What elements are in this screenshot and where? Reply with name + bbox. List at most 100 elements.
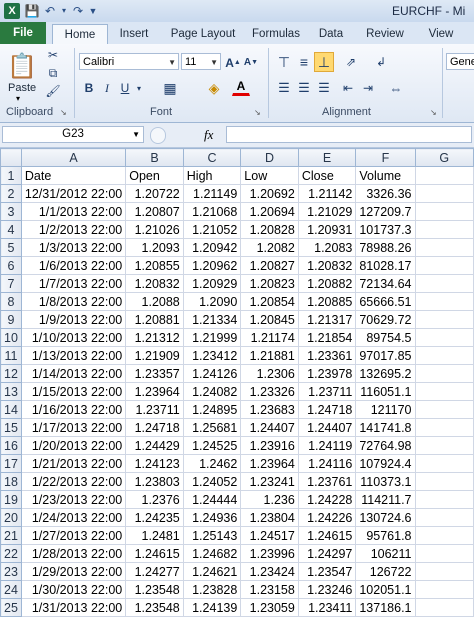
cell-g10[interactable]	[414, 328, 474, 347]
cell-b18[interactable]: 1.23803	[125, 472, 184, 491]
formula-bar-toggle-icon[interactable]	[150, 127, 166, 144]
cell-e16[interactable]: 1.24119	[297, 436, 357, 455]
cell-e10[interactable]: 1.21854	[297, 328, 357, 347]
cell-b5[interactable]: 1.2093	[125, 238, 184, 257]
cell-f8[interactable]: 65666.51	[355, 292, 416, 311]
cell-c8[interactable]: 1.2090	[182, 292, 242, 311]
cell-d10[interactable]: 1.21174	[240, 328, 299, 347]
cell-d7[interactable]: 1.20823	[240, 274, 299, 293]
cell-a21[interactable]: 1/27/2013 22:00	[20, 526, 127, 545]
fill-color-icon[interactable]: ◈	[204, 78, 224, 98]
column-header-a[interactable]: A	[20, 148, 127, 167]
cell-d3[interactable]: 1.20694	[240, 202, 299, 221]
cell-e20[interactable]: 1.24226	[297, 508, 357, 527]
cell-c6[interactable]: 1.20962	[182, 256, 242, 275]
shrink-font-icon[interactable]: A ▼	[242, 53, 260, 72]
cell-c23[interactable]: 1.24621	[182, 562, 242, 581]
cell-c15[interactable]: 1.25681	[182, 418, 242, 437]
cell-b8[interactable]: 1.2088	[125, 292, 184, 311]
cell-g4[interactable]	[414, 220, 474, 239]
cell-f6[interactable]: 81028.17	[355, 256, 416, 275]
cell-e22[interactable]: 1.24297	[297, 544, 357, 563]
column-header-b[interactable]: B	[125, 148, 184, 167]
cell-b20[interactable]: 1.24235	[125, 508, 184, 527]
cell-f10[interactable]: 89754.5	[355, 328, 416, 347]
font-color-icon[interactable]: A	[232, 78, 250, 96]
clipboard-launcher-icon[interactable]: ↘	[60, 108, 67, 117]
borders-icon[interactable]: ▦	[160, 78, 180, 98]
row-header[interactable]: 24	[0, 580, 22, 599]
cell-g9[interactable]	[414, 310, 474, 329]
cell-e19[interactable]: 1.24228	[297, 490, 357, 509]
cell-b24[interactable]: 1.23548	[125, 580, 184, 599]
cell-f17[interactable]: 107924.4	[355, 454, 416, 473]
column-header-g[interactable]: G	[414, 148, 474, 167]
paste-button-label[interactable]: Paste	[8, 82, 36, 94]
cell-f16[interactable]: 72764.98	[355, 436, 416, 455]
column-header-e[interactable]: E	[297, 148, 357, 167]
cell-g17[interactable]	[414, 454, 474, 473]
cell-b22[interactable]: 1.24615	[125, 544, 184, 563]
insert-function-icon[interactable]: fx	[204, 127, 213, 143]
cell-a17[interactable]: 1/21/2013 22:00	[20, 454, 127, 473]
cell-g24[interactable]	[414, 580, 474, 599]
number-format-select[interactable]: Gene	[446, 53, 474, 70]
cell-b23[interactable]: 1.24277	[125, 562, 184, 581]
cell-d12[interactable]: 1.2306	[240, 364, 299, 383]
cell-c16[interactable]: 1.24525	[182, 436, 242, 455]
row-header[interactable]: 5	[0, 238, 22, 257]
cell-b25[interactable]: 1.23548	[125, 598, 184, 617]
cell-a14[interactable]: 1/16/2013 22:00	[20, 400, 127, 419]
cell-a8[interactable]: 1/8/2013 22:00	[20, 292, 127, 311]
cell-g2[interactable]	[414, 184, 474, 203]
cell-g25[interactable]	[414, 598, 474, 617]
cell-g6[interactable]	[414, 256, 474, 275]
cell-b15[interactable]: 1.24718	[125, 418, 184, 437]
row-header[interactable]: 2	[0, 184, 22, 203]
row-header[interactable]: 12	[0, 364, 22, 383]
cell-b1[interactable]: Open	[125, 166, 184, 185]
cell-b4[interactable]: 1.21026	[125, 220, 184, 239]
cell-e5[interactable]: 1.2083	[297, 238, 357, 257]
tab-formulas[interactable]: Formulas	[248, 24, 304, 44]
chevron-down-icon[interactable]: ▼	[132, 127, 140, 142]
cell-g15[interactable]	[414, 418, 474, 437]
row-header[interactable]: 22	[0, 544, 22, 563]
cell-e23[interactable]: 1.23547	[297, 562, 357, 581]
merge-center-icon[interactable]: ⇔	[384, 78, 408, 98]
cell-d22[interactable]: 1.23996	[240, 544, 299, 563]
formula-input[interactable]	[226, 126, 472, 143]
cell-f1[interactable]: Volume	[355, 166, 416, 185]
cell-g20[interactable]	[414, 508, 474, 527]
cell-b7[interactable]: 1.20832	[125, 274, 184, 293]
row-header[interactable]: 21	[0, 526, 22, 545]
align-right-icon[interactable]: ☰	[314, 78, 334, 98]
font-launcher-icon[interactable]: ↘	[254, 108, 261, 117]
row-header[interactable]: 3	[0, 202, 22, 221]
column-header-f[interactable]: F	[355, 148, 416, 167]
decrease-indent-icon[interactable]: ⇤	[338, 78, 358, 98]
cell-c14[interactable]: 1.24895	[182, 400, 242, 419]
cell-d9[interactable]: 1.20845	[240, 310, 299, 329]
cell-f7[interactable]: 72134.64	[355, 274, 416, 293]
customize-qat-icon[interactable]: ▼	[88, 3, 98, 19]
cell-b19[interactable]: 1.2376	[125, 490, 184, 509]
cell-c2[interactable]: 1.21149	[182, 184, 242, 203]
tab-page-layout[interactable]: Page Layout	[166, 24, 240, 44]
cell-a22[interactable]: 1/28/2013 22:00	[20, 544, 127, 563]
save-icon[interactable]: 💾	[24, 3, 40, 19]
bold-icon[interactable]: B	[80, 78, 98, 98]
cell-g21[interactable]	[414, 526, 474, 545]
row-header[interactable]: 13	[0, 382, 22, 401]
cell-e24[interactable]: 1.23246	[297, 580, 357, 599]
cell-a11[interactable]: 1/13/2013 22:00	[20, 346, 127, 365]
tab-file[interactable]: File	[0, 22, 46, 44]
cell-d11[interactable]: 1.21881	[240, 346, 299, 365]
cell-c11[interactable]: 1.23412	[182, 346, 242, 365]
cell-a24[interactable]: 1/30/2013 22:00	[20, 580, 127, 599]
cell-d17[interactable]: 1.23964	[240, 454, 299, 473]
row-header[interactable]: 15	[0, 418, 22, 437]
redo-icon[interactable]: ↷	[70, 3, 86, 19]
cell-d18[interactable]: 1.23241	[240, 472, 299, 491]
cell-f24[interactable]: 102051.1	[355, 580, 416, 599]
